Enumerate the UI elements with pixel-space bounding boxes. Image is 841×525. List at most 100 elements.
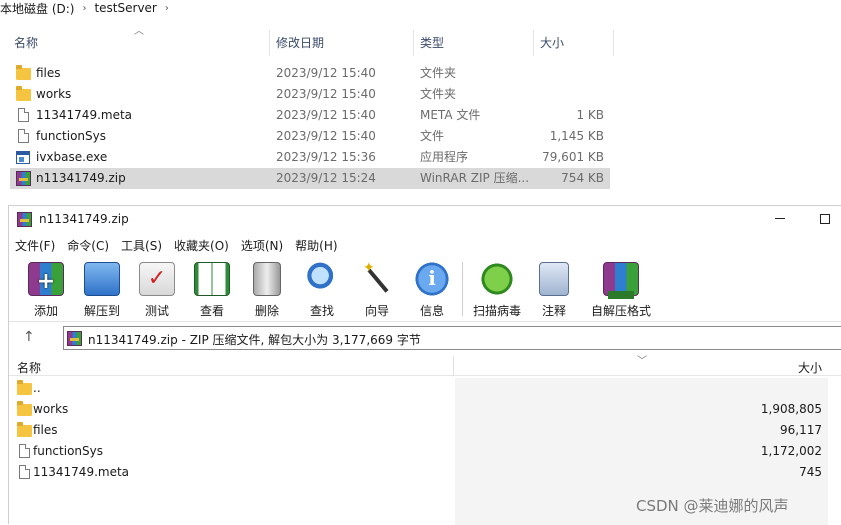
file-size: 79,601 KB xyxy=(542,150,604,164)
view-label: 查看 xyxy=(199,304,224,318)
sfx-icon xyxy=(603,262,639,299)
test-button[interactable]: 测试 xyxy=(132,260,182,318)
exe-icon xyxy=(16,151,30,164)
list-item[interactable]: ivxbase.exe 2023/9/12 15:36 应用程序 79,601 … xyxy=(10,147,610,168)
list-item[interactable]: 11341749.meta 2023/9/12 15:40 META 文件 1 … xyxy=(10,105,610,126)
sfx-label: 自解压格式 xyxy=(591,304,652,318)
file-type: 文件夹 xyxy=(420,87,457,101)
info-label: 信息 xyxy=(419,304,444,318)
file-icon xyxy=(19,465,30,479)
menu-tools[interactable]: 工具(S) xyxy=(115,236,168,256)
entry-name: files xyxy=(33,423,58,437)
list-item-parent[interactable]: .. xyxy=(9,378,828,399)
info-icon xyxy=(414,262,450,296)
column-name[interactable]: 名称 xyxy=(17,359,41,376)
folder-icon xyxy=(17,422,32,437)
archive-path-text: n11341749.zip - ZIP 压缩文件, 解包大小为 3,177,66… xyxy=(88,333,421,347)
entry-name: works xyxy=(33,402,69,416)
wizard-button[interactable]: 向导 xyxy=(352,260,402,318)
entry-size: 1,172,002 xyxy=(760,444,822,458)
archive-path-field[interactable]: n11341749.zip - ZIP 压缩文件, 解包大小为 3,177,66… xyxy=(63,326,841,350)
folder-icon xyxy=(17,380,32,395)
file-date: 2023/9/12 15:24 xyxy=(276,171,376,185)
file-icon xyxy=(18,129,29,143)
chevron-down-icon: ﹀ xyxy=(637,356,647,367)
column-size[interactable]: 大小 xyxy=(534,30,614,56)
find-label: 查找 xyxy=(309,304,334,318)
menu-options[interactable]: 选项(N) xyxy=(235,236,289,256)
magnifier-icon xyxy=(304,262,340,296)
file-name: works xyxy=(36,87,72,101)
file-size: 754 KB xyxy=(561,171,604,185)
delete-button[interactable]: 删除 xyxy=(242,260,292,318)
title-bar[interactable]: n11341749.zip xyxy=(9,206,841,234)
virus-scan-button[interactable]: 扫描病毒 xyxy=(472,260,522,318)
folder-icon xyxy=(16,65,31,80)
column-divider[interactable] xyxy=(453,356,454,376)
menu-help[interactable]: 帮助(H) xyxy=(289,236,343,256)
file-icon xyxy=(19,444,30,458)
breadcrumb-drive[interactable]: 本地磁盘 (D:) xyxy=(0,0,74,17)
minimize-icon[interactable] xyxy=(775,218,785,219)
arrow-up-icon[interactable]: ↑ xyxy=(23,329,35,345)
comment-button[interactable]: 注释 xyxy=(529,260,579,318)
column-type[interactable]: 类型 xyxy=(414,30,534,56)
comment-label: 注释 xyxy=(541,304,566,318)
list-item[interactable]: files 96,117 xyxy=(9,420,828,441)
file-date: 2023/9/12 15:40 xyxy=(276,87,376,101)
chevron-right-icon[interactable]: › xyxy=(165,3,169,14)
file-date: 2023/9/12 15:40 xyxy=(276,108,376,122)
column-size[interactable]: 大小 xyxy=(798,359,822,376)
entry-size: 96,117 xyxy=(780,423,822,437)
find-button[interactable]: 查找 xyxy=(297,260,347,318)
list-item[interactable]: 11341749.meta 745 xyxy=(9,462,828,483)
list-item-selected[interactable]: n11341749.zip 2023/9/12 15:24 WinRAR ZIP… xyxy=(10,168,610,189)
file-date: 2023/9/12 15:40 xyxy=(276,129,376,143)
file-size: 1,145 KB xyxy=(549,129,604,143)
list-item[interactable]: functionSys 2023/9/12 15:40 文件 1,145 KB xyxy=(10,126,610,147)
file-type: 应用程序 xyxy=(420,150,469,164)
comment-icon xyxy=(539,262,569,296)
view-button[interactable]: 查看 xyxy=(187,260,237,318)
trash-icon xyxy=(253,262,281,296)
test-icon xyxy=(139,262,175,296)
list-item[interactable]: works 1,908,805 xyxy=(9,399,828,420)
virus-scan-icon xyxy=(479,262,515,296)
file-type: 文件 xyxy=(420,129,445,143)
list-item[interactable]: functionSys 1,172,002 xyxy=(9,441,828,462)
watermark-text: CSDN @莱迪娜的风声 xyxy=(636,497,789,515)
list-item[interactable]: files 2023/9/12 15:40 文件夹 xyxy=(10,63,610,84)
explorer-column-header: 名称 修改日期 类型 大小 xyxy=(8,30,614,56)
entry-name: .. xyxy=(33,381,41,395)
entry-name: 11341749.meta xyxy=(33,465,130,479)
file-name: 11341749.meta xyxy=(36,108,133,122)
wizard-wand-icon xyxy=(359,260,395,296)
extract-to-button[interactable]: 解压到 xyxy=(77,260,127,318)
test-label: 测试 xyxy=(144,304,169,318)
menu-commands[interactable]: 命令(C) xyxy=(61,236,115,256)
menu-file[interactable]: 文件(F) xyxy=(9,236,61,256)
add-archive-icon xyxy=(28,262,64,296)
maximize-icon[interactable] xyxy=(820,214,830,224)
column-date[interactable]: 修改日期 xyxy=(270,30,414,56)
chevron-right-icon[interactable]: › xyxy=(82,3,86,14)
breadcrumb: 本地磁盘 (D:) › testServer › xyxy=(0,0,177,16)
add-button[interactable]: 添加 xyxy=(21,260,71,318)
address-bar: ↑ n11341749.zip - ZIP 压缩文件, 解包大小为 3,177,… xyxy=(9,323,841,353)
menu-favorites[interactable]: 收藏夹(O) xyxy=(168,236,235,256)
list-item[interactable]: works 2023/9/12 15:40 文件夹 xyxy=(10,84,610,105)
window-title: n11341749.zip xyxy=(39,212,129,226)
explorer-file-list: files 2023/9/12 15:40 文件夹 works 2023/9/1… xyxy=(10,63,610,189)
file-type: 文件夹 xyxy=(420,66,457,80)
winrar-archive-icon xyxy=(16,171,31,186)
breadcrumb-folder[interactable]: testServer xyxy=(94,1,156,15)
view-book-icon xyxy=(194,262,230,296)
column-name[interactable]: 名称 xyxy=(8,30,270,56)
file-explorer: 本地磁盘 (D:) › testServer › ︿ 名称 修改日期 类型 大小… xyxy=(0,0,841,205)
sfx-button[interactable]: 自解压格式 xyxy=(591,260,651,318)
file-type: WinRAR ZIP 压缩... xyxy=(420,171,530,185)
file-type: META 文件 xyxy=(420,108,481,122)
info-button[interactable]: 信息 xyxy=(407,260,457,318)
delete-label: 删除 xyxy=(254,304,279,318)
file-name: n11341749.zip xyxy=(36,171,126,185)
